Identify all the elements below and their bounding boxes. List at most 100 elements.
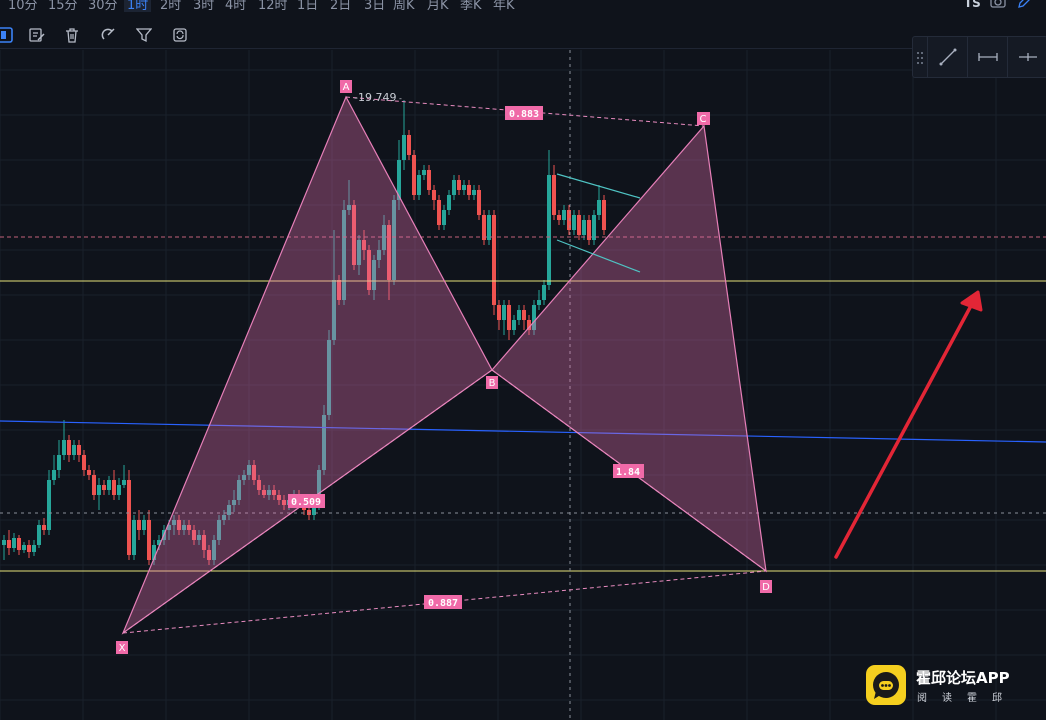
timeframe-tab[interactable]: 3日 [364,0,385,13]
timeframe-tab[interactable]: 2日 [330,0,351,13]
camera-icon[interactable] [990,0,1006,13]
candle [132,520,136,555]
candle [542,285,546,300]
candle [577,215,581,235]
candlestick-chart[interactable]: -19.749 - A B C D X 0.509 0.883 1.84 0.8… [0,50,1046,720]
ratio-label-xd[interactable]: 0.887 [424,595,462,609]
svg-text:0.509: 0.509 [291,497,321,508]
candle [437,200,441,225]
candle [137,520,141,530]
ts-toggle[interactable]: TS [964,0,981,10]
timeframe-tab[interactable]: 10分 [8,0,38,13]
candle [482,215,486,240]
candle [562,210,566,220]
timeframe-tab[interactable]: 季K [460,0,482,13]
candle [27,545,31,552]
trend-line-blue[interactable] [0,420,1046,443]
candle [582,220,586,235]
horizontal-segment-tool-icon[interactable] [967,37,1008,77]
candle [117,485,121,495]
svg-text:B: B [489,378,496,389]
filter-icon[interactable] [133,24,155,46]
timeframe-tab[interactable]: 3时 [193,0,214,13]
pattern-triangle-xab[interactable] [121,95,493,635]
timeframe-tab[interactable]: 2时 [160,0,181,13]
up-arrow-annotation[interactable] [834,290,983,559]
candle [67,440,71,455]
sync-icon[interactable] [169,24,191,46]
a-price-label: -19.749 [354,91,396,104]
app-watermark: 霍邱论坛APP 阅读霍邱 [866,665,1046,705]
candle [147,520,151,560]
point-label-c[interactable]: C [697,112,710,125]
candle [42,525,46,530]
candle [57,455,61,470]
timeframe-tab[interactable]: 4时 [225,0,246,13]
candle [32,545,36,552]
candle [17,538,21,550]
candle [427,170,431,190]
pencil-icon[interactable] [1017,0,1033,13]
candle [537,300,541,305]
watermark-title: 霍邱论坛APP [916,669,1010,687]
candle [432,190,436,200]
svg-text:0.887: 0.887 [428,598,458,609]
point-label-b[interactable]: B [486,376,498,389]
point-label-d[interactable]: D [760,580,772,593]
timeframe-tab[interactable]: 30分 [88,0,118,13]
candle [62,440,66,455]
candle [92,475,96,495]
candle [122,480,126,485]
trash-icon[interactable] [61,24,83,46]
candle [112,480,116,495]
svg-text:D: D [762,582,770,593]
chat-bubble-logo-icon [866,665,906,705]
trend-line-tool-icon[interactable] [927,37,968,77]
candle [77,445,81,455]
ratio-label-xb[interactable]: 0.509 [288,494,325,508]
candle [457,180,461,190]
candle [507,305,511,330]
ratio-label-bd[interactable]: 1.84 [613,464,644,478]
candle [487,215,491,240]
point-label-a[interactable]: A [340,80,352,93]
candle [82,455,86,470]
candle [402,135,406,160]
horizontal-ray-tool-icon[interactable] [1007,37,1046,77]
candle [572,215,576,230]
svg-text:1.84: 1.84 [616,467,640,478]
candle [502,305,506,320]
candle [12,538,16,548]
candle [602,200,606,230]
timeframe-tab[interactable]: 15分 [48,0,78,13]
candle [102,485,106,490]
candle [87,470,91,475]
timeframe-tab[interactable]: 12时 [258,0,288,13]
timeframe-tab[interactable]: 年K [493,0,515,13]
timeframe-tab[interactable]: 月K [427,0,449,13]
candle [97,485,101,495]
magnet-icon[interactable] [97,24,119,46]
pattern-triangle-bcd[interactable] [491,124,767,573]
layout-icon[interactable] [0,24,16,46]
timeframe-tab[interactable]: 1时 [124,0,152,13]
candle [522,310,526,320]
candle [422,170,426,175]
ratio-label-ac[interactable]: 0.883 [505,106,543,120]
candle [2,540,6,545]
candle [477,190,481,215]
point-label-x[interactable]: X [116,641,128,654]
candle [452,180,456,195]
candle [442,210,446,225]
candle [47,480,51,530]
candle [127,480,131,555]
candle [7,540,11,548]
edit-note-icon[interactable] [26,24,48,46]
candle [472,190,476,195]
candle [22,545,26,550]
drag-handle-icon[interactable] [916,50,924,64]
timeframe-tab[interactable]: 周K [393,0,415,13]
candle [512,320,516,330]
candle [492,215,496,305]
timeframe-tab[interactable]: 1日 [297,0,318,13]
